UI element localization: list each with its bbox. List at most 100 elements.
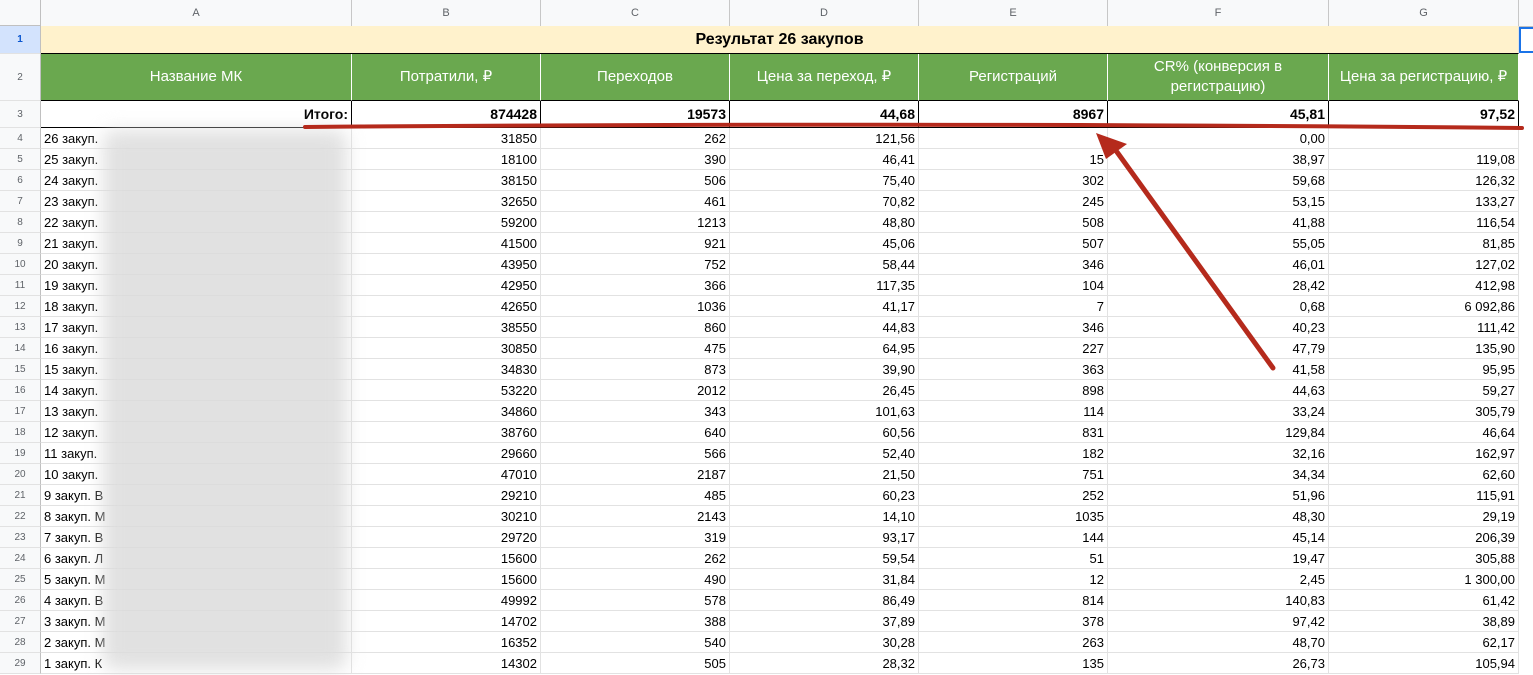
table-cell-g[interactable]: 105,94 bbox=[1329, 653, 1519, 674]
table-cell-f[interactable]: 33,24 bbox=[1108, 401, 1329, 422]
table-cell-c[interactable]: 485 bbox=[541, 485, 730, 506]
row-header-24[interactable]: 24 bbox=[0, 548, 41, 569]
table-cell-d[interactable]: 86,49 bbox=[730, 590, 919, 611]
table-cell-d[interactable]: 64,95 bbox=[730, 338, 919, 359]
total-value-d[interactable]: 44,68 bbox=[730, 101, 919, 128]
table-cell-e[interactable]: 898 bbox=[919, 380, 1108, 401]
table-cell-b[interactable]: 16352 bbox=[352, 632, 541, 653]
table-cell-g[interactable]: 116,54 bbox=[1329, 212, 1519, 233]
total-value-f[interactable]: 45,81 bbox=[1108, 101, 1329, 128]
table-cell-c[interactable]: 262 bbox=[541, 128, 730, 149]
table-cell-e[interactable]: 831 bbox=[919, 422, 1108, 443]
table-cell-d[interactable]: 31,84 bbox=[730, 569, 919, 590]
sheet-title[interactable]: Результат 26 закупов bbox=[41, 26, 1519, 54]
table-cell-e[interactable]: 144 bbox=[919, 527, 1108, 548]
table-cell-c[interactable]: 366 bbox=[541, 275, 730, 296]
table-cell-f[interactable]: 46,01 bbox=[1108, 254, 1329, 275]
table-cell-d[interactable]: 48,80 bbox=[730, 212, 919, 233]
table-cell-d[interactable]: 14,10 bbox=[730, 506, 919, 527]
table-cell-f[interactable]: 38,97 bbox=[1108, 149, 1329, 170]
row-header-19[interactable]: 19 bbox=[0, 443, 41, 464]
table-cell-g[interactable]: 206,39 bbox=[1329, 527, 1519, 548]
table-cell-e[interactable]: 363 bbox=[919, 359, 1108, 380]
row-header-6[interactable]: 6 bbox=[0, 170, 41, 191]
total-value-e[interactable]: 8967 bbox=[919, 101, 1108, 128]
table-cell-g[interactable]: 95,95 bbox=[1329, 359, 1519, 380]
table-cell-b[interactable]: 53220 bbox=[352, 380, 541, 401]
row-header-29[interactable]: 29 bbox=[0, 653, 41, 674]
table-cell-f[interactable]: 19,47 bbox=[1108, 548, 1329, 569]
row-header-11[interactable]: 11 bbox=[0, 275, 41, 296]
table-cell-f[interactable]: 53,15 bbox=[1108, 191, 1329, 212]
table-cell-e[interactable]: 227 bbox=[919, 338, 1108, 359]
total-value-c[interactable]: 19573 bbox=[541, 101, 730, 128]
column-header-e[interactable]: E bbox=[919, 0, 1108, 26]
table-cell-g[interactable]: 135,90 bbox=[1329, 338, 1519, 359]
table-cell-d[interactable]: 121,56 bbox=[730, 128, 919, 149]
row-header-2[interactable]: 2 bbox=[0, 54, 41, 101]
table-cell-e[interactable]: 263 bbox=[919, 632, 1108, 653]
table-cell-d[interactable]: 30,28 bbox=[730, 632, 919, 653]
table-cell-c[interactable]: 2012 bbox=[541, 380, 730, 401]
row-header-20[interactable]: 20 bbox=[0, 464, 41, 485]
table-cell-d[interactable]: 70,82 bbox=[730, 191, 919, 212]
table-cell-c[interactable]: 566 bbox=[541, 443, 730, 464]
table-cell-d[interactable]: 45,06 bbox=[730, 233, 919, 254]
table-cell-f[interactable]: 41,58 bbox=[1108, 359, 1329, 380]
table-cell-g[interactable]: 38,89 bbox=[1329, 611, 1519, 632]
table-cell-e[interactable]: 7 bbox=[919, 296, 1108, 317]
table-cell-d[interactable]: 28,32 bbox=[730, 653, 919, 674]
row-header-25[interactable]: 25 bbox=[0, 569, 41, 590]
row-header-4[interactable]: 4 bbox=[0, 128, 41, 149]
table-cell-g[interactable]: 46,64 bbox=[1329, 422, 1519, 443]
table-cell-c[interactable]: 262 bbox=[541, 548, 730, 569]
table-cell-c[interactable]: 319 bbox=[541, 527, 730, 548]
table-cell-f[interactable]: 2,45 bbox=[1108, 569, 1329, 590]
row-header-14[interactable]: 14 bbox=[0, 338, 41, 359]
table-cell-f[interactable]: 32,16 bbox=[1108, 443, 1329, 464]
table-cell-d[interactable]: 93,17 bbox=[730, 527, 919, 548]
table-cell-b[interactable]: 38150 bbox=[352, 170, 541, 191]
table-cell-b[interactable]: 38760 bbox=[352, 422, 541, 443]
table-cell-f[interactable]: 48,30 bbox=[1108, 506, 1329, 527]
row-header-8[interactable]: 8 bbox=[0, 212, 41, 233]
table-cell-e[interactable]: 245 bbox=[919, 191, 1108, 212]
table-cell-b[interactable]: 47010 bbox=[352, 464, 541, 485]
table-cell-d[interactable]: 59,54 bbox=[730, 548, 919, 569]
table-cell-e[interactable]: 814 bbox=[919, 590, 1108, 611]
table-cell-b[interactable]: 29210 bbox=[352, 485, 541, 506]
table-cell-g[interactable]: 29,19 bbox=[1329, 506, 1519, 527]
total-value-b[interactable]: 874428 bbox=[352, 101, 541, 128]
table-cell-g[interactable]: 305,79 bbox=[1329, 401, 1519, 422]
table-cell-c[interactable]: 873 bbox=[541, 359, 730, 380]
table-cell-c[interactable]: 578 bbox=[541, 590, 730, 611]
selected-cell-h1[interactable] bbox=[1519, 27, 1533, 53]
table-cell-e[interactable]: 12 bbox=[919, 569, 1108, 590]
table-cell-f[interactable]: 47,79 bbox=[1108, 338, 1329, 359]
header-cell-d[interactable]: Цена за переход, ₽ bbox=[730, 54, 919, 101]
table-cell-e[interactable]: 15 bbox=[919, 149, 1108, 170]
table-cell-f[interactable]: 51,96 bbox=[1108, 485, 1329, 506]
row-header-26[interactable]: 26 bbox=[0, 590, 41, 611]
table-cell-e[interactable]: 104 bbox=[919, 275, 1108, 296]
table-cell-c[interactable]: 2143 bbox=[541, 506, 730, 527]
table-cell-b[interactable]: 14302 bbox=[352, 653, 541, 674]
column-header-b[interactable]: B bbox=[352, 0, 541, 26]
table-cell-g[interactable]: 61,42 bbox=[1329, 590, 1519, 611]
table-cell-f[interactable]: 26,73 bbox=[1108, 653, 1329, 674]
row-header-10[interactable]: 10 bbox=[0, 254, 41, 275]
table-cell-d[interactable]: 75,40 bbox=[730, 170, 919, 191]
table-cell-d[interactable]: 101,63 bbox=[730, 401, 919, 422]
table-cell-d[interactable]: 60,23 bbox=[730, 485, 919, 506]
table-cell-g[interactable] bbox=[1329, 128, 1519, 149]
table-cell-c[interactable]: 860 bbox=[541, 317, 730, 338]
table-cell-g[interactable]: 81,85 bbox=[1329, 233, 1519, 254]
row-header-15[interactable]: 15 bbox=[0, 359, 41, 380]
table-cell-e[interactable]: 378 bbox=[919, 611, 1108, 632]
table-cell-b[interactable]: 15600 bbox=[352, 548, 541, 569]
table-cell-c[interactable]: 1036 bbox=[541, 296, 730, 317]
table-cell-b[interactable]: 32650 bbox=[352, 191, 541, 212]
table-cell-c[interactable]: 475 bbox=[541, 338, 730, 359]
header-cell-f[interactable]: CR% (конверсия в регистрацию) bbox=[1108, 54, 1329, 101]
row-header-18[interactable]: 18 bbox=[0, 422, 41, 443]
